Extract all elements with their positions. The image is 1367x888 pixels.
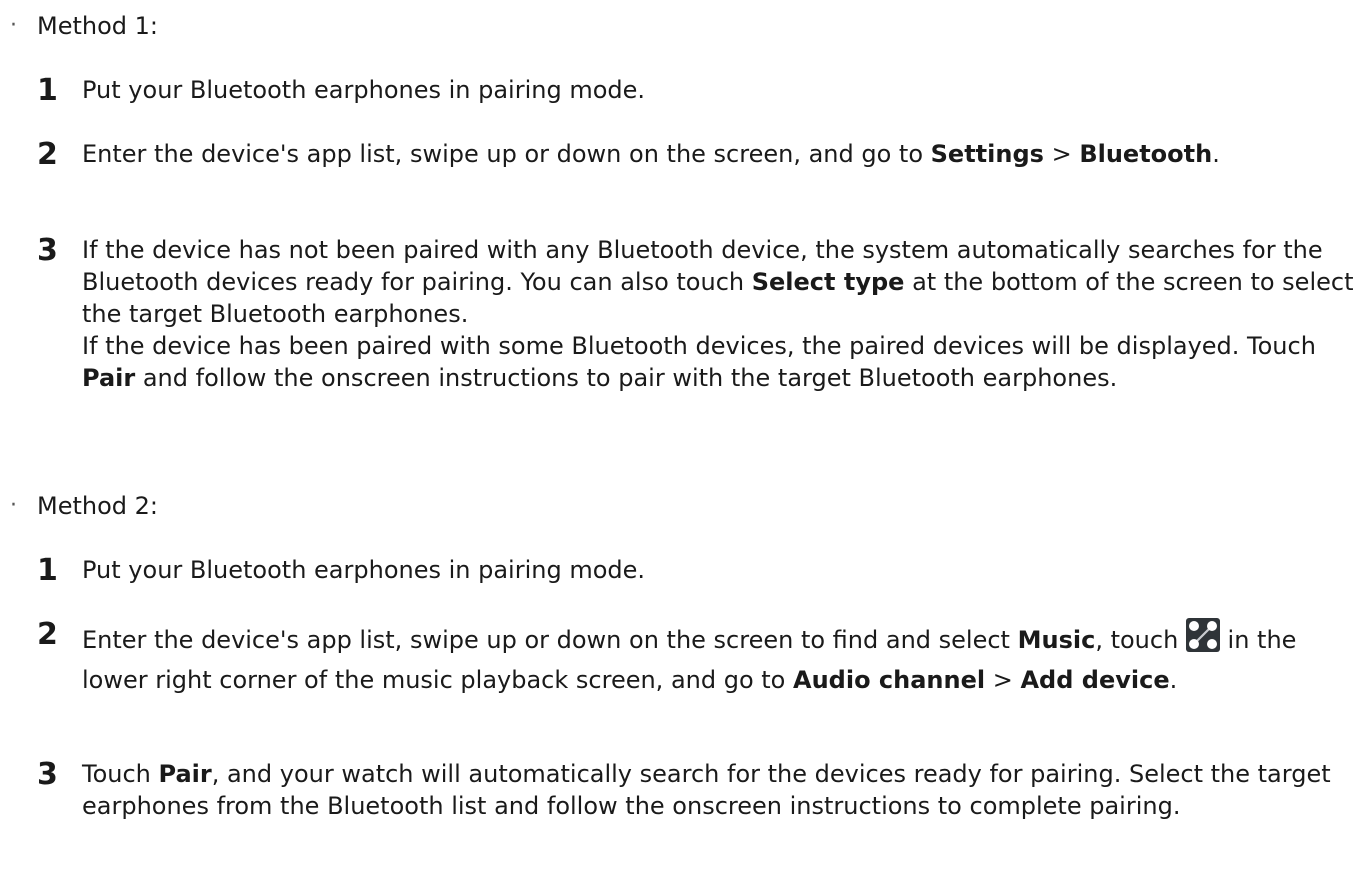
step-paragraph: Put your Bluetooth earphones in pairing … [82, 74, 1367, 106]
audio-channel-icon [1185, 618, 1220, 652]
bullet: · [10, 13, 17, 38]
method-label: Method 1: [37, 12, 158, 40]
manual-page: · Method 1: 1 Put your Bluetooth earphon… [0, 0, 1367, 888]
step-paragraph: Enter the device's app list, swipe up or… [82, 138, 1367, 170]
step-paragraph: If the device has not been paired with a… [82, 234, 1367, 330]
step-paragraph: Put your Bluetooth earphones in pairing … [82, 554, 1367, 586]
bold-term: Bluetooth [1079, 140, 1213, 168]
step-text: Enter the device's app list, swipe up or… [82, 618, 1367, 700]
step-paragraph: Touch Pair, and your watch will automati… [82, 758, 1367, 822]
text-run: and follow the onscreen instructions to … [135, 364, 1118, 392]
text-run: . [1212, 140, 1220, 168]
text-run: If the device has been paired with some … [82, 332, 1316, 360]
text-run: , touch [1095, 626, 1186, 654]
text-run: > [985, 666, 1021, 694]
step-text: Put your Bluetooth earphones in pairing … [82, 74, 1367, 106]
step-number: 1 [37, 73, 58, 108]
step-number: 2 [37, 137, 58, 172]
text-run: . [1169, 666, 1178, 694]
text-run: Put your Bluetooth earphones in pairing … [82, 556, 646, 584]
step-text: Touch Pair, and your watch will automati… [82, 758, 1367, 822]
bold-term: Pair [82, 364, 136, 392]
text-run: Put your Bluetooth earphones in pairing … [82, 76, 646, 104]
text-run: > [1043, 140, 1080, 168]
bold-term: Pair [158, 760, 212, 788]
step-number: 2 [37, 617, 58, 652]
step-paragraph: Enter the device's app list, swipe up or… [82, 618, 1367, 700]
text-run: , and your watch will automatically sear… [82, 760, 1331, 820]
step-text: Enter the device's app list, swipe up or… [82, 138, 1367, 170]
bold-term: Select type [751, 268, 905, 296]
step-note-paragraph: If the device has been paired with some … [82, 330, 1367, 394]
step-text: If the device has not been paired with a… [82, 234, 1367, 394]
step-number: 3 [37, 757, 58, 792]
bold-term: Add device [1020, 666, 1170, 694]
step-number: 3 [37, 233, 58, 268]
step-text: Put your Bluetooth earphones in pairing … [82, 554, 1367, 586]
bullet: · [10, 493, 17, 518]
method-label: Method 2: [37, 492, 158, 520]
text-run: Touch [82, 760, 159, 788]
text-run: Enter the device's app list, swipe up or… [82, 626, 1018, 654]
text-run: Enter the device's app list, swipe up or… [82, 140, 931, 168]
bold-term: Settings [930, 140, 1044, 168]
bold-term: Audio channel [793, 666, 986, 694]
step-number: 1 [37, 553, 58, 588]
bold-term: Music [1017, 626, 1096, 654]
